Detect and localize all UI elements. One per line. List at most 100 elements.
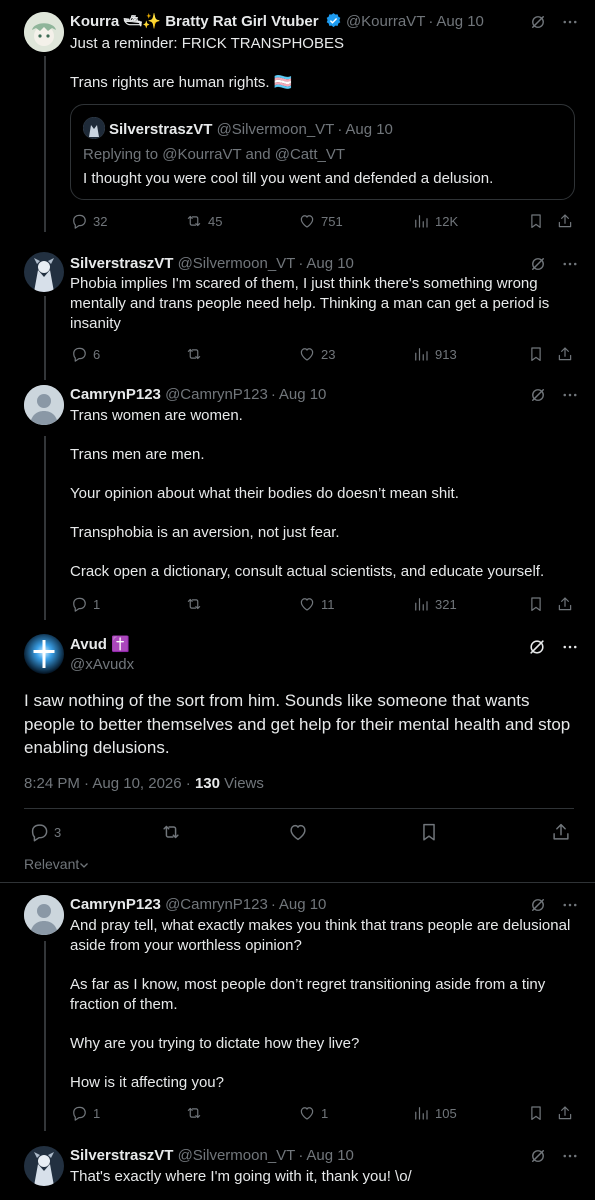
- author-handle[interactable]: @CamrynP123: [165, 896, 268, 913]
- bookmark-button[interactable]: [527, 1103, 545, 1123]
- post-date[interactable]: Aug 10: [279, 386, 327, 403]
- repost-button[interactable]: [185, 594, 208, 614]
- bookmark-button[interactable]: [527, 344, 545, 364]
- mention-link[interactable]: @Catt_VT: [275, 146, 345, 163]
- author-name[interactable]: SilverstraszVT: [70, 1147, 173, 1164]
- reply-button[interactable]: 6: [70, 344, 100, 364]
- like-button[interactable]: 11: [298, 594, 335, 614]
- views-button[interactable]: 105: [412, 1103, 457, 1123]
- quoted-post[interactable]: SilverstraszVT @Silvermoon_VT · Aug 10 Rep…: [70, 104, 575, 200]
- reply-post-silverstrasz[interactable]: SilverstraszVT @Silvermoon_VT · Aug 10 Tha…: [0, 1133, 595, 1200]
- avatar[interactable]: [24, 252, 64, 292]
- grok-icon[interactable]: [529, 13, 547, 31]
- quote-author-name: SilverstraszVT: [109, 121, 213, 138]
- share-button[interactable]: [556, 344, 574, 364]
- post-kourra[interactable]: Kourra 🛥✨ Bratty Rat Girl Vtuber @Kourra…: [0, 0, 595, 240]
- author-handle[interactable]: @Silvermoon_VT: [178, 1147, 296, 1164]
- views-count: 130: [194, 775, 220, 792]
- thread-line: [44, 941, 46, 1131]
- repost-button[interactable]: [160, 820, 182, 844]
- share-button[interactable]: [556, 211, 574, 231]
- views-button[interactable]: 321: [412, 594, 457, 614]
- share-button[interactable]: [550, 820, 572, 844]
- author-name[interactable]: CamrynP123: [70, 896, 161, 913]
- bookmark-icon: [527, 595, 545, 613]
- repost-icon: [185, 212, 203, 230]
- more-icon[interactable]: [561, 638, 579, 656]
- like-button[interactable]: 1: [298, 1103, 328, 1123]
- post-date[interactable]: Aug 10: [436, 13, 484, 30]
- like-button[interactable]: 23: [298, 344, 335, 364]
- avatar[interactable]: [24, 1146, 64, 1186]
- reply-icon: [70, 212, 88, 230]
- post-date[interactable]: Aug 10: [306, 255, 354, 272]
- like-icon: [298, 345, 316, 363]
- repost-button[interactable]: [185, 1103, 208, 1123]
- post-line: Why are you trying to dictate how they l…: [70, 1035, 360, 1052]
- quote-text: I thought you were cool till you went an…: [83, 170, 494, 187]
- action-bar: 1 11 321: [70, 594, 580, 614]
- bookmark-button[interactable]: [418, 820, 440, 844]
- views-button[interactable]: 12K: [412, 211, 458, 231]
- like-button[interactable]: 751: [298, 211, 343, 231]
- avatar[interactable]: [24, 895, 64, 935]
- post-line: Just a reminder: FRICK TRANSPHOBES: [70, 35, 344, 52]
- grok-icon[interactable]: [529, 386, 547, 404]
- more-icon[interactable]: [561, 896, 579, 914]
- bookmark-button[interactable]: [527, 211, 545, 231]
- bookmark-button[interactable]: [527, 594, 545, 614]
- like-button[interactable]: [287, 820, 309, 844]
- author-name[interactable]: SilverstraszVT: [70, 255, 173, 272]
- grok-icon[interactable]: [529, 896, 547, 914]
- share-button[interactable]: [556, 1103, 574, 1123]
- avatar[interactable]: [24, 12, 64, 52]
- views-icon: [412, 1104, 430, 1122]
- post-line: Trans women are women.: [70, 407, 243, 424]
- views-button[interactable]: 913: [412, 344, 457, 364]
- share-button[interactable]: [556, 594, 574, 614]
- post-silverstrasz[interactable]: SilverstraszVT @Silvermoon_VT · Aug 10 Pho…: [0, 240, 595, 380]
- author-name[interactable]: Kourra 🛥✨ Bratty Rat Girl Vtuber: [70, 13, 319, 30]
- avatar[interactable]: [24, 634, 64, 674]
- repost-button[interactable]: [185, 344, 208, 364]
- reply-button[interactable]: 1: [70, 594, 100, 614]
- author-handle[interactable]: @KourraVT: [346, 13, 425, 30]
- verified-icon: [325, 12, 342, 35]
- grok-icon[interactable]: [529, 1147, 547, 1165]
- share-icon: [556, 212, 574, 230]
- author-name[interactable]: CamrynP123: [70, 386, 161, 403]
- author-handle[interactable]: @xAvudx: [70, 655, 134, 675]
- avatar[interactable]: [24, 385, 64, 425]
- more-icon[interactable]: [561, 255, 579, 273]
- author-name[interactable]: Avud: [70, 636, 107, 653]
- post-text: Trans women are women. Trans men are men…: [70, 406, 580, 582]
- post-timestamp[interactable]: 8:24 PM · Aug 10, 2026 ·: [24, 775, 195, 792]
- reply-button[interactable]: 1: [70, 1103, 100, 1123]
- quote-avatar: [83, 117, 105, 139]
- reply-button[interactable]: 32: [70, 211, 107, 231]
- quote-author-handle: @Silvermoon_VT: [216, 121, 335, 138]
- author-handle[interactable]: @CamrynP123: [165, 386, 268, 403]
- post-date[interactable]: Aug 10: [279, 896, 327, 913]
- reply-post-camryn[interactable]: CamrynP123 @CamrynP123 · Aug 10 And pray t…: [0, 883, 595, 1133]
- post-line: How is it affecting you?: [70, 1074, 224, 1091]
- quote-header: SilverstraszVT @Silvermoon_VT · Aug 10: [83, 117, 393, 139]
- more-icon[interactable]: [561, 13, 579, 31]
- sort-replies-dropdown[interactable]: Relevant: [24, 855, 89, 873]
- post-meta: 8:24 PM · Aug 10, 2026 · 130 Views: [24, 774, 264, 794]
- chevron-down-icon: [79, 856, 89, 872]
- repost-button[interactable]: 45: [185, 211, 222, 231]
- repost-icon: [160, 821, 182, 843]
- more-icon[interactable]: [561, 1147, 579, 1165]
- header-icons: [529, 1146, 579, 1166]
- post-text: That's exactly where I'm going with it, …: [70, 1168, 412, 1185]
- reply-button[interactable]: 3: [28, 820, 61, 844]
- mention-link[interactable]: @KourraVT: [162, 146, 241, 163]
- grok-icon[interactable]: [527, 637, 547, 657]
- author-handle[interactable]: @Silvermoon_VT: [178, 255, 296, 272]
- post-camryn[interactable]: CamrynP123 @CamrynP123 · Aug 10 Trans wome…: [0, 380, 595, 620]
- grok-icon[interactable]: [529, 255, 547, 273]
- post-line: Trans rights are human rights. 🏳️‍⚧️: [70, 74, 293, 91]
- more-icon[interactable]: [561, 386, 579, 404]
- post-date[interactable]: Aug 10: [306, 1147, 354, 1164]
